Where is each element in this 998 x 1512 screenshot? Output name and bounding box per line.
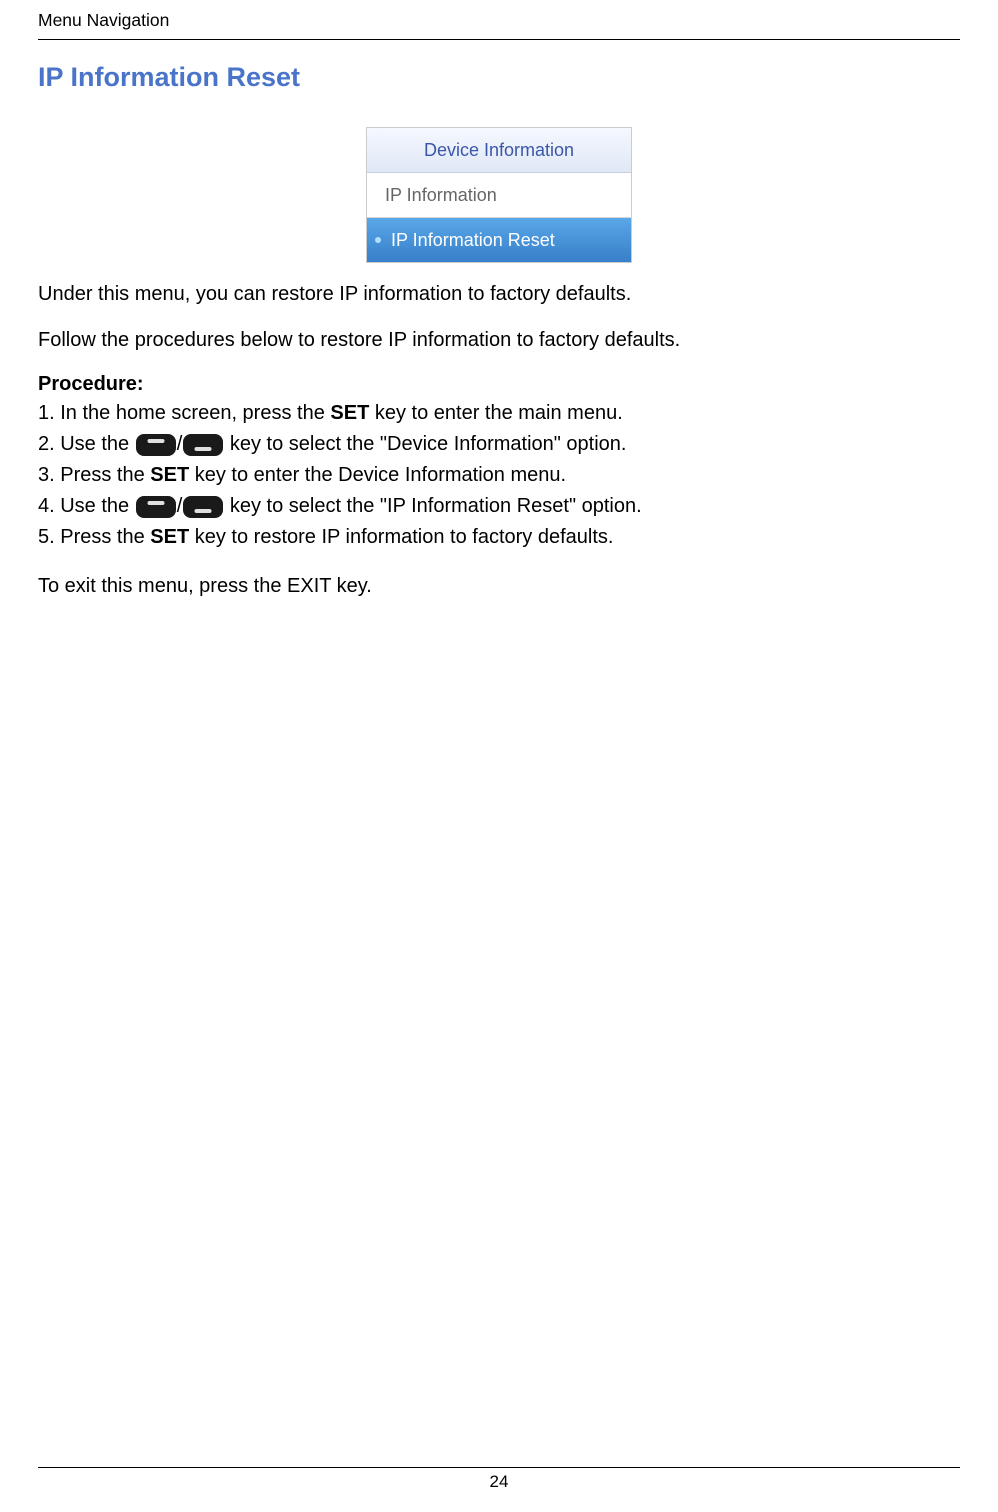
intro-text: Under this menu, you can restore IP info… (38, 281, 960, 307)
step-5: 5. Press the SET key to restore IP infor… (38, 522, 960, 553)
down-key-icon (183, 434, 223, 456)
page-footer: 24 (38, 1467, 960, 1492)
step-1: 1. In the home screen, press the SET key… (38, 398, 960, 429)
up-key-icon (136, 496, 176, 518)
menu-item-ip-information-reset: IP Information Reset (367, 218, 631, 262)
step-4: 4. Use the / key to select the "IP Infor… (38, 491, 960, 522)
set-key: SET (150, 526, 189, 548)
breadcrumb: Menu Navigation (38, 10, 169, 30)
exit-key: EXIT (287, 575, 331, 597)
menu-item-label: IP Information Reset (391, 230, 555, 251)
menu-item-label: IP Information (385, 185, 497, 206)
set-key: SET (150, 464, 189, 486)
menu-header-row: Device Information (367, 128, 631, 173)
step-2: 2. Use the / key to select the "Device I… (38, 429, 960, 460)
page-header: Menu Navigation (38, 10, 960, 40)
down-key-icon (183, 496, 223, 518)
procedure-label: Procedure: (38, 373, 960, 396)
page-number: 24 (490, 1472, 509, 1491)
exit-text: To exit this menu, press the EXIT key. (38, 573, 960, 599)
step-3: 3. Press the SET key to enter the Device… (38, 460, 960, 491)
follow-text: Follow the procedures below to restore I… (38, 327, 960, 353)
menu-item-ip-information: IP Information (367, 173, 631, 218)
footer-rule (38, 1467, 960, 1468)
section-title: IP Information Reset (38, 62, 960, 93)
device-menu-screenshot: Device Information IP Information IP Inf… (366, 127, 632, 263)
up-key-icon (136, 434, 176, 456)
menu-header-label: Device Information (424, 140, 574, 161)
set-key: SET (330, 402, 369, 424)
